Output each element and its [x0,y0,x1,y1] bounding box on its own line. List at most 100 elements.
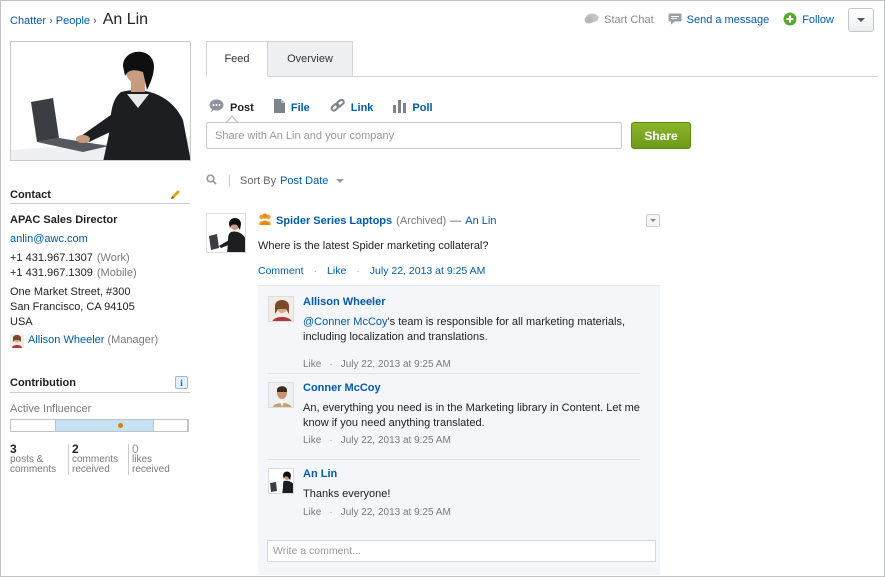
stat-likes-received: 0 likes received [128,442,188,475]
publisher-link-label: Link [350,101,374,114]
post-group-link[interactable]: Spider Series Laptops [276,215,392,227]
address-line-1: One Market Street, #300 [10,286,131,298]
post-actions: Comment · Like · July 22, 2013 at 9:25 A… [258,265,485,277]
chevron-down-icon [857,18,865,22]
comment-timestamp[interactable]: July 22, 2013 at 9:25 AM [341,435,451,446]
publisher-post-label: Post [230,101,254,114]
post-body: Where is the latest Spider marketing col… [258,240,489,252]
publisher-link-tab[interactable]: Link [330,98,374,116]
comment-timestamp[interactable]: July 22, 2013 at 9:25 AM [341,359,451,370]
stat-label-line2: comments [10,464,57,475]
profile-menu-button[interactable] [848,8,874,32]
like-action[interactable]: Like [327,265,346,277]
meta-separator: · [329,435,333,446]
comment-author-link[interactable]: Allison Wheeler [303,296,386,308]
influence-marker [118,423,123,428]
info-icon[interactable]: i [175,376,188,389]
send-message-label: Send a message [686,14,770,26]
search-icon[interactable] [206,174,217,188]
stat-comments-received: 2 comments received [68,442,128,475]
start-chat-label: Start Chat [604,14,654,26]
post-timestamp[interactable]: July 22, 2013 at 9:25 AM [370,265,486,277]
influence-segment [154,420,188,431]
publisher-poll-tab[interactable]: Poll [393,99,433,116]
profile-actions: Start Chat Send a message Follow [584,8,874,32]
meta-separator: · [329,507,333,518]
phone-mobile-label: (Mobile) [96,267,137,279]
comment-avatar[interactable] [268,468,294,494]
post-author-avatar[interactable] [206,213,246,253]
contribution-stats: 3 posts & comments 2 comments received 0… [10,442,188,475]
comment-like-action[interactable]: Like [303,435,321,446]
stat-label-line2: received [132,464,170,475]
publisher-file-tab[interactable]: File [273,99,310,116]
comment-action[interactable]: Comment [258,265,304,277]
comment-text: @Conner McCoy's team is responsible for … [303,315,643,345]
post-dash: — [450,214,462,227]
meta-separator: · [356,265,360,277]
phone-work-label: (Work) [96,252,130,264]
tab-overview[interactable]: Overview [268,41,353,77]
comment-text: An, everything you need is in the Market… [303,402,640,429]
meta-separator: · [329,359,333,370]
influence-level-label: Active Influencer [10,403,92,415]
start-chat-button[interactable]: Start Chat [584,13,654,28]
chevron-down-icon[interactable] [336,179,345,183]
breadcrumb-people-link[interactable]: People [56,15,90,27]
stat-label-line2: received [72,464,110,475]
comment-avatar[interactable] [268,382,294,408]
manager-link[interactable]: Allison Wheeler [28,333,104,348]
post-archived-label: (Archived) [396,214,447,227]
breadcrumb-chatter-link[interactable]: Chatter [10,15,46,27]
comment-meta: Like · July 22, 2013 at 9:25 AM [303,359,451,370]
feed-sort-bar: Sort By Post Date [206,174,345,188]
comment-item: Conner McCoy An, everything you need is … [268,382,640,462]
comment-author-link[interactable]: Conner McCoy [303,382,381,394]
share-button[interactable]: Share [631,122,691,149]
stat-value: 0 [132,442,139,456]
publisher-input[interactable] [206,122,622,149]
publisher-file-label: File [290,101,310,114]
comment-timestamp[interactable]: July 22, 2013 at 9:25 AM [341,507,451,518]
phone-mobile-number: +1 431.967.1309 [10,267,93,279]
post-bubble-icon [209,99,224,116]
follow-button[interactable]: Follow [783,12,834,29]
sort-dropdown[interactable]: Post Date [280,175,328,187]
post-menu-button[interactable] [646,214,660,227]
manager-avatar[interactable] [10,333,24,348]
influence-bar [10,419,189,432]
stat-value: 3 [10,442,17,456]
stat-posts: 3 posts & comments [10,442,68,475]
tab-feed[interactable]: Feed [206,41,268,77]
edit-pencil-icon[interactable] [169,189,181,204]
chat-bubble-icon [584,13,599,28]
breadcrumb: Chatter › People › An Lin [10,11,148,29]
phone-work: +1 431.967.1307 (Work) [10,251,190,266]
publisher-post-tab[interactable]: Post [209,99,254,116]
link-icon [330,98,345,116]
contribution-heading: Contribution [10,377,76,389]
file-icon [273,99,285,116]
comment-like-action[interactable]: Like [303,507,321,518]
address-line-3: USA [10,316,33,328]
comment-like-action[interactable]: Like [303,359,321,370]
comment-input[interactable] [267,540,656,562]
comment-author-link[interactable]: An Lin [303,468,337,480]
comment-item: Allison Wheeler @Conner McCoy's team is … [268,296,640,376]
mention-link[interactable]: @Conner McCoy [303,316,388,328]
group-icon [258,213,272,228]
post-author-link[interactable]: An Lin [465,215,496,227]
manager-label: (Manager) [107,334,159,346]
page-title: An Lin [102,11,149,28]
email-link[interactable]: anlin@awc.com [10,233,88,245]
send-message-button[interactable]: Send a message [668,13,770,28]
comment-avatar[interactable] [268,296,294,322]
profile-tabs: Feed Overview [206,41,353,77]
stat-value: 2 [72,442,79,456]
chevron-down-icon [650,219,656,222]
publisher-poll-label: Poll [412,101,433,114]
plus-circle-icon [783,12,797,29]
chatter-profile-window: Chatter › People › An Lin Start Chat Sen… [0,0,885,577]
phone-work-number: +1 431.967.1307 [10,252,93,264]
job-title: APAC Sales Director [10,214,118,226]
